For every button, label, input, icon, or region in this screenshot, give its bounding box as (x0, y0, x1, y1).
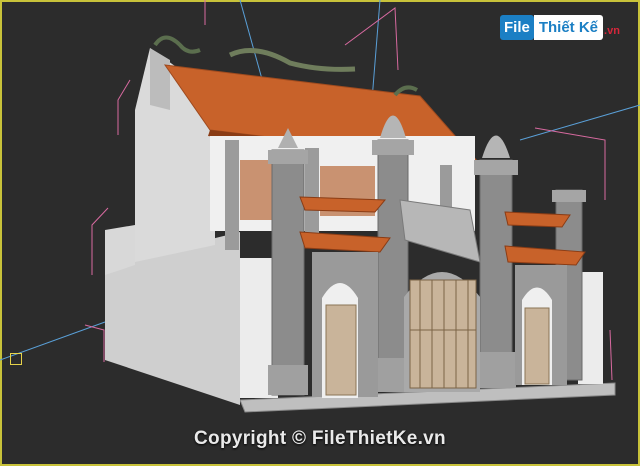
filethietke-logo[interactable]: File Thiết Kế .vn (500, 12, 620, 42)
temple-gate-render (0, 0, 640, 413)
logo-thietke-text: Thiết Kế (533, 14, 604, 40)
logo-domain-text: .vn (604, 25, 620, 37)
view-guide-line (519, 104, 640, 141)
logo-file-text: File (500, 14, 534, 40)
copyright-watermark: Copyright © FileThietKe.vn (194, 428, 446, 449)
axis-gizmo-icon (10, 353, 22, 365)
3d-viewport[interactable]: File Thiết Kế .vn Copyright © FileThietK… (0, 0, 640, 466)
view-guide-line (371, 0, 381, 101)
